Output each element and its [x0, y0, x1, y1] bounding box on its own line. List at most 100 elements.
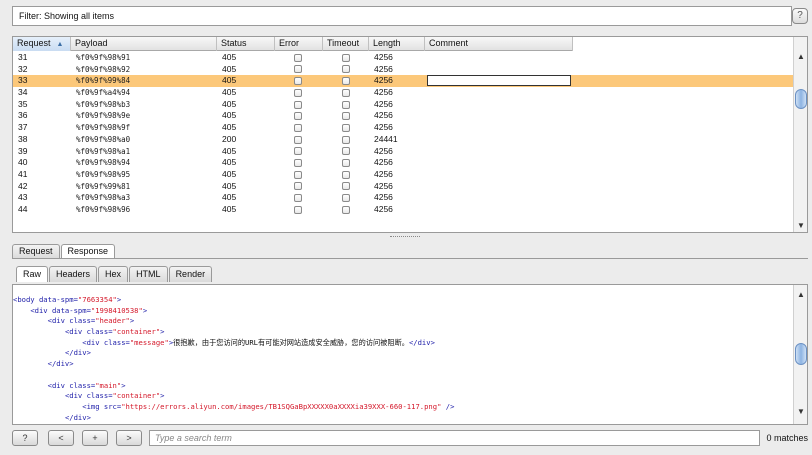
timeout-checkbox[interactable]: [342, 147, 350, 156]
table-row[interactable]: 39 %f0%9f%98%a1 405 4256: [13, 146, 793, 158]
column-header-length[interactable]: Length: [369, 37, 425, 51]
cell-comment[interactable]: [425, 52, 573, 64]
table-row[interactable]: 38 %f0%9f%98%a0 200 24441: [13, 134, 793, 146]
error-checkbox[interactable]: [294, 182, 302, 191]
timeout-checkbox[interactable]: [342, 170, 350, 179]
cell-comment[interactable]: [425, 146, 573, 158]
error-checkbox[interactable]: [294, 53, 302, 62]
scroll-up-icon[interactable]: ▲: [794, 51, 807, 63]
table-row[interactable]: 37 %f0%9f%98%9f 405 4256: [13, 122, 793, 134]
scroll-down-icon[interactable]: ▼: [794, 220, 807, 232]
next-match-button[interactable]: >: [116, 430, 142, 446]
error-checkbox[interactable]: [294, 112, 302, 121]
tab-response[interactable]: Response: [60, 244, 116, 259]
timeout-checkbox[interactable]: [342, 100, 350, 109]
cell-comment[interactable]: [425, 192, 573, 204]
tab-headers[interactable]: Headers: [49, 266, 98, 282]
cell-comment[interactable]: [425, 122, 573, 134]
error-checkbox[interactable]: [294, 65, 302, 74]
cell-error: [275, 134, 323, 146]
error-checkbox[interactable]: [294, 194, 302, 202]
pane-splitter[interactable]: [390, 236, 420, 238]
cell-comment[interactable]: [425, 75, 573, 87]
cell-comment[interactable]: [425, 87, 573, 99]
scroll-down-icon[interactable]: ▼: [794, 406, 807, 418]
table-row[interactable]: 35 %f0%9f%98%b3 405 4256: [13, 99, 793, 111]
table-row[interactable]: 32 %f0%9f%98%92 405 4256: [13, 64, 793, 76]
timeout-checkbox[interactable]: [342, 88, 350, 97]
cell-comment[interactable]: [425, 157, 573, 169]
timeout-checkbox[interactable]: [342, 205, 350, 214]
scrollbar-thumb[interactable]: [795, 89, 807, 109]
error-checkbox[interactable]: [294, 88, 302, 97]
error-checkbox[interactable]: [294, 170, 302, 179]
table-row[interactable]: 42 %f0%9f%99%81 405 4256: [13, 181, 793, 193]
scroll-up-icon[interactable]: ▲: [794, 289, 807, 301]
error-checkbox[interactable]: [294, 147, 302, 156]
timeout-checkbox[interactable]: [342, 77, 350, 86]
search-bar: ? < + > Type a search term 0 matches: [12, 430, 808, 448]
cell-timeout: [323, 169, 369, 181]
table-row[interactable]: 44 %f0%9f%98%96 405 4256: [13, 204, 793, 216]
timeout-checkbox[interactable]: [342, 53, 350, 62]
column-header-error[interactable]: Error: [275, 37, 323, 51]
table-row[interactable]: 33 %f0%9f%99%84 405 4256: [13, 75, 793, 88]
scrollbar-thumb[interactable]: [795, 343, 807, 365]
code-token: >: [160, 391, 165, 401]
table-row[interactable]: 41 %f0%9f%98%95 405 4256: [13, 169, 793, 181]
column-header-payload[interactable]: Payload: [71, 37, 217, 51]
cell-comment[interactable]: [425, 110, 573, 122]
table-body: 31 %f0%9f%98%91 405 4256 32 %f0%9f%98%92 405 42…: [13, 52, 793, 216]
error-checkbox[interactable]: [294, 123, 302, 132]
table-row[interactable]: 31 %f0%9f%98%91 405 4256: [13, 52, 793, 64]
error-checkbox[interactable]: [294, 205, 302, 214]
cell-comment[interactable]: [425, 99, 573, 111]
help-button[interactable]: ?: [12, 430, 38, 446]
column-header-comment[interactable]: Comment: [425, 37, 573, 51]
filter-bar[interactable]: Filter: Showing all items: [12, 6, 792, 26]
cell-comment[interactable]: [425, 134, 573, 146]
tab-hex[interactable]: Hex: [98, 266, 129, 282]
previous-match-button[interactable]: <: [48, 430, 74, 446]
tab-render[interactable]: Render: [168, 266, 213, 282]
comment-edit-field[interactable]: [427, 75, 571, 87]
table-row[interactable]: 36 %f0%9f%98%9e 405 4256: [13, 110, 793, 122]
timeout-checkbox[interactable]: [342, 112, 350, 121]
error-checkbox[interactable]: [294, 77, 302, 86]
table-row[interactable]: 40 %f0%9f%98%94 405 4256: [13, 157, 793, 169]
cell-timeout: [323, 204, 369, 216]
table-scrollbar[interactable]: ▲ ▼: [793, 37, 807, 232]
cell-comment[interactable]: [425, 64, 573, 76]
table-row[interactable]: 34 %f0%9f%a4%94 405 4256: [13, 87, 793, 99]
cell-comment[interactable]: [425, 169, 573, 181]
cell-request: 35: [18, 98, 28, 109]
add-button[interactable]: +: [82, 430, 108, 446]
cell-comment[interactable]: [425, 181, 573, 193]
timeout-checkbox[interactable]: [342, 65, 350, 74]
cell-timeout: [323, 52, 369, 64]
code-line: <div class="header">: [13, 316, 454, 327]
cell-payload: %f0%9f%98%96: [76, 204, 131, 214]
response-editor[interactable]: <body data-spm="7663354"> <div data-spm=…: [12, 284, 808, 425]
column-header-timeout[interactable]: Timeout: [323, 37, 369, 51]
tab-request[interactable]: Request: [12, 244, 60, 259]
table-row[interactable]: 43 %f0%9f%98%a3 405 4256: [13, 192, 793, 204]
error-checkbox[interactable]: [294, 158, 302, 167]
timeout-checkbox[interactable]: [342, 158, 350, 167]
column-header-status[interactable]: Status: [217, 37, 275, 51]
error-checkbox[interactable]: [294, 100, 302, 109]
filter-help-button[interactable]: ?: [792, 8, 808, 24]
code-token: <body: [13, 295, 39, 304]
timeout-checkbox[interactable]: [342, 123, 350, 132]
timeout-checkbox[interactable]: [342, 194, 350, 202]
column-header-request[interactable]: Request ▲: [13, 37, 71, 51]
timeout-checkbox[interactable]: [342, 135, 350, 144]
cell-comment[interactable]: [425, 204, 573, 216]
tab-raw[interactable]: Raw: [16, 266, 49, 282]
error-checkbox[interactable]: [294, 135, 302, 144]
tab-html[interactable]: HTML: [129, 266, 168, 282]
search-input[interactable]: Type a search term: [149, 430, 760, 446]
timeout-checkbox[interactable]: [342, 182, 350, 191]
editor-scrollbar[interactable]: ▲ ▼: [793, 285, 807, 424]
